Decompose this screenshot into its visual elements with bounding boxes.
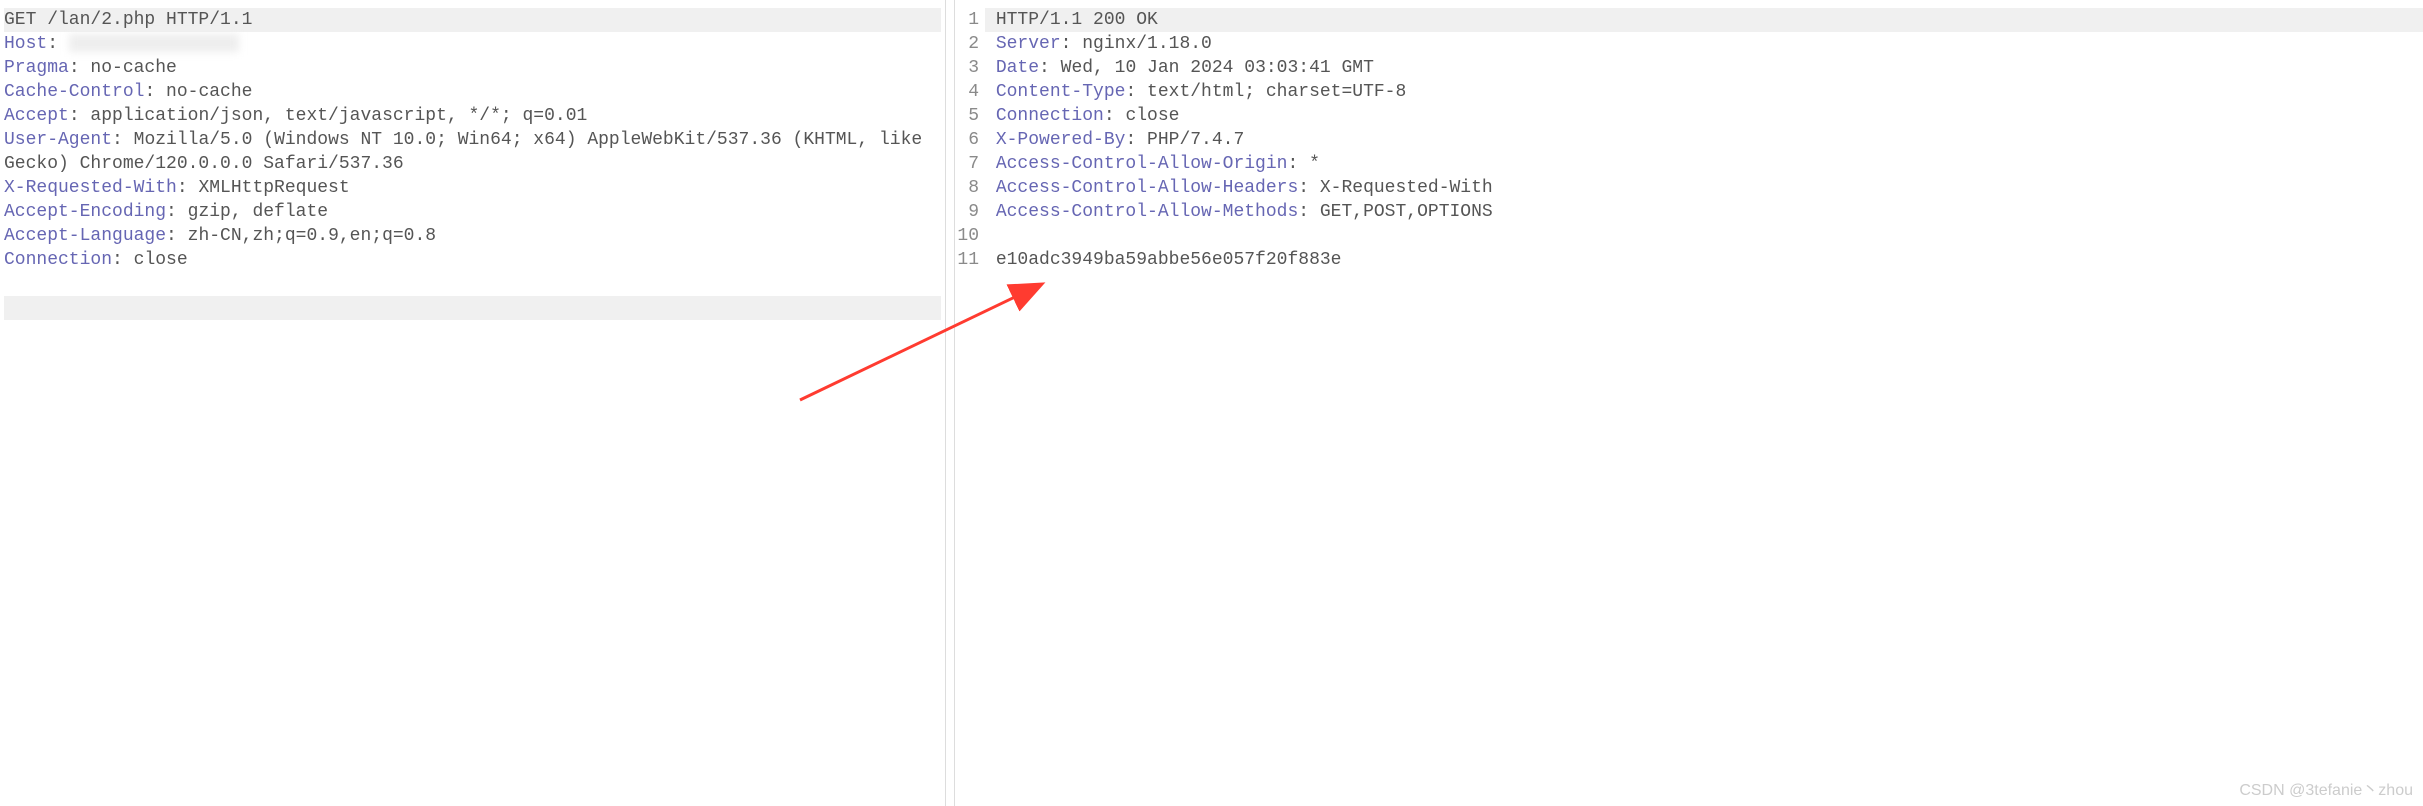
response-header-acah: Access-Control-Allow-Headers: X-Requeste… — [985, 176, 2423, 200]
request-line: GET /lan/2.php HTTP/1.1 — [4, 8, 941, 32]
panel-separator[interactable] — [945, 0, 955, 806]
response-header-server: Server: nginx/1.18.0 — [985, 32, 2423, 56]
response-panel[interactable]: 1 2 3 4 5 6 7 8 9 10 11 HTTP/1.1 200 OK … — [955, 0, 2423, 806]
response-empty-line — [985, 224, 2423, 248]
response-status-line: HTTP/1.1 200 OK — [985, 8, 2423, 32]
response-content: HTTP/1.1 200 OK Server: nginx/1.18.0 Dat… — [985, 8, 2423, 798]
request-header-accept-encoding: Accept-Encoding: gzip, deflate — [4, 200, 941, 224]
response-header-date: Date: Wed, 10 Jan 2024 03:03:41 GMT — [985, 56, 2423, 80]
response-header-x-powered-by: X-Powered-By: PHP/7.4.7 — [985, 128, 2423, 152]
request-empty-line — [4, 296, 941, 320]
response-body: e10adc3949ba59abbe56e057f20f883e — [985, 248, 2423, 272]
request-header-accept-language: Accept-Language: zh-CN,zh;q=0.9,en;q=0.8 — [4, 224, 941, 248]
request-header-connection: Connection: close — [4, 248, 941, 272]
request-header-host: Host: — [4, 32, 941, 56]
response-header-connection: Connection: close — [985, 104, 2423, 128]
response-header-acao: Access-Control-Allow-Origin: * — [985, 152, 2423, 176]
response-line-numbers: 1 2 3 4 5 6 7 8 9 10 11 — [955, 8, 985, 798]
watermark-text: CSDN @3tefanie丶zhou — [2239, 776, 2413, 800]
response-header-acam: Access-Control-Allow-Methods: GET,POST,O… — [985, 200, 2423, 224]
http-viewer-container: GET /lan/2.php HTTP/1.1 Host: Pragma: no… — [0, 0, 2423, 806]
request-header-x-requested-with: X-Requested-With: XMLHttpRequest — [4, 176, 941, 200]
response-header-content-type: Content-Type: text/html; charset=UTF-8 — [985, 80, 2423, 104]
blurred-host-value — [69, 34, 239, 52]
request-header-cache-control: Cache-Control: no-cache — [4, 80, 941, 104]
request-panel[interactable]: GET /lan/2.php HTTP/1.1 Host: Pragma: no… — [0, 0, 945, 806]
request-header-user-agent: User-Agent: Mozilla/5.0 (Windows NT 10.0… — [4, 128, 941, 176]
request-header-pragma: Pragma: no-cache — [4, 56, 941, 80]
request-header-accept: Accept: application/json, text/javascrip… — [4, 104, 941, 128]
